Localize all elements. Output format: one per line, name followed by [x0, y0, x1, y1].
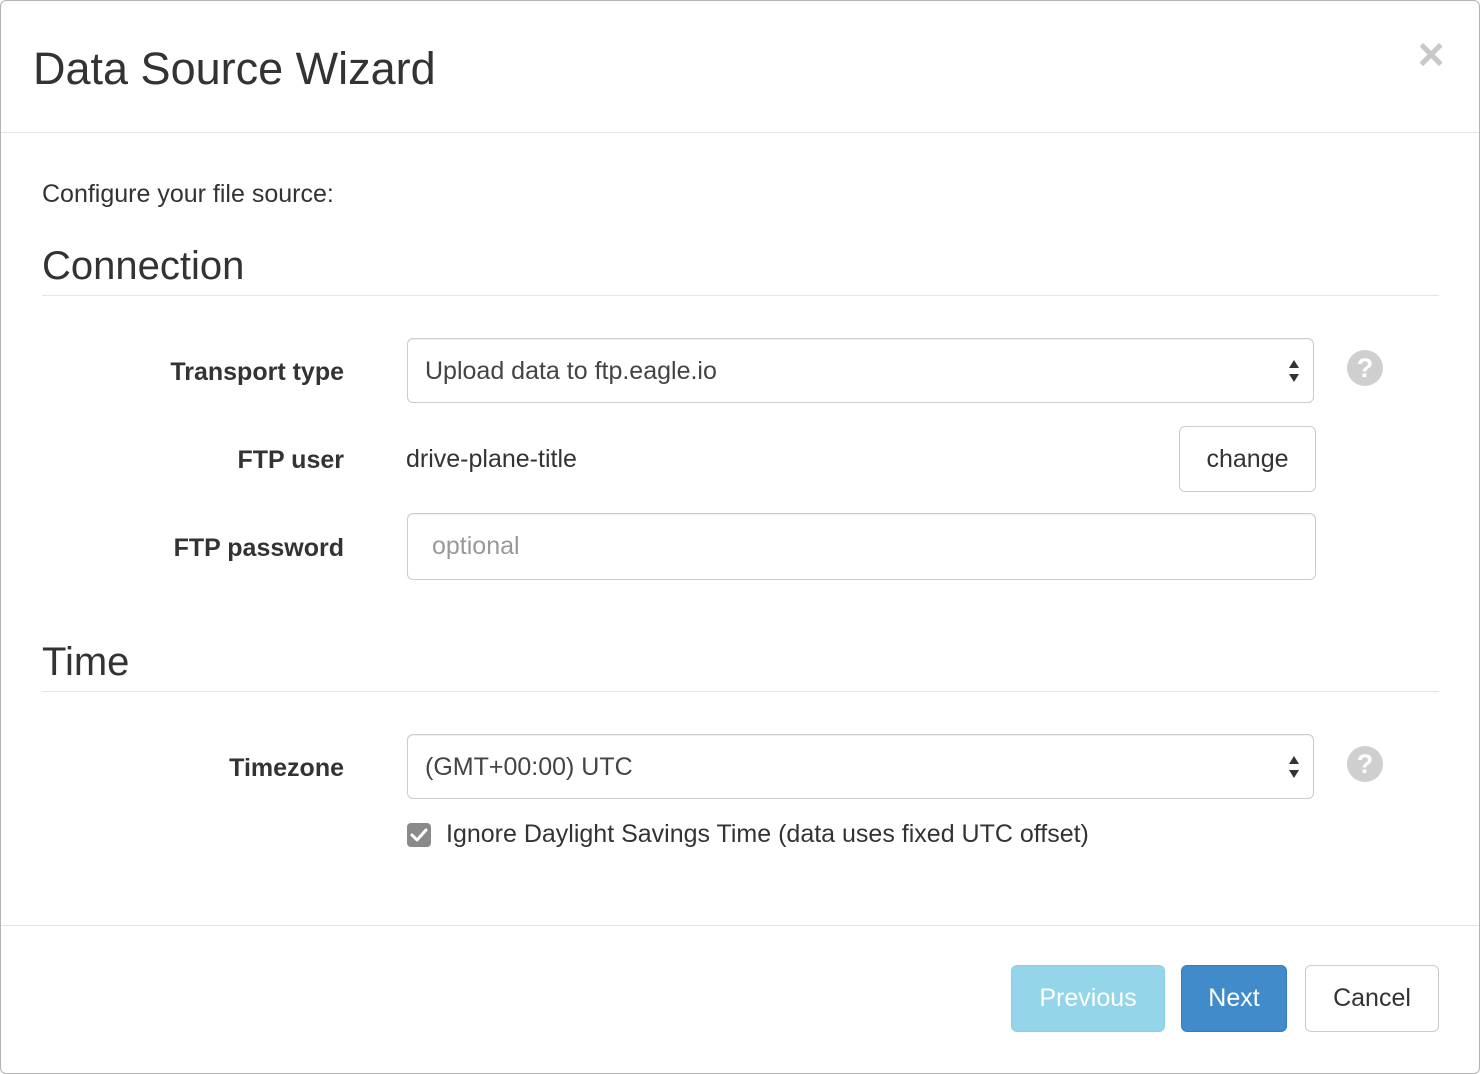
data-source-wizard-dialog: Data Source Wizard × Configure your file…	[0, 0, 1480, 1074]
transport-help-icon[interactable]: ?	[1347, 350, 1383, 386]
ftp-password-label: FTP password	[173, 534, 344, 562]
transport-type-label: Transport type	[170, 358, 344, 386]
previous-button[interactable]: Previous	[1011, 965, 1165, 1032]
ignore-dst-checkbox[interactable]	[407, 823, 431, 847]
sort-arrows-icon	[1289, 360, 1299, 382]
timezone-select[interactable]: (GMT+00:00) UTC	[407, 734, 1314, 799]
sort-arrows-icon	[1289, 756, 1299, 778]
footer-divider	[1, 925, 1479, 926]
close-icon[interactable]: ×	[1411, 31, 1451, 77]
time-divider	[42, 691, 1439, 692]
ftp-password-input[interactable]	[407, 513, 1316, 580]
transport-type-value: Upload data to ftp.eagle.io	[425, 357, 717, 385]
transport-type-select[interactable]: Upload data to ftp.eagle.io	[407, 338, 1314, 403]
intro-text: Configure your file source:	[42, 180, 334, 208]
timezone-help-icon[interactable]: ?	[1347, 746, 1383, 782]
ignore-dst-label[interactable]: Ignore Daylight Savings Time (data uses …	[446, 819, 1089, 849]
connection-divider	[42, 295, 1439, 296]
dialog-title: Data Source Wizard	[33, 43, 436, 94]
timezone-label: Timezone	[229, 754, 344, 782]
dialog-header: Data Source Wizard ×	[1, 1, 1479, 133]
ftp-user-value: drive-plane-title	[406, 445, 577, 473]
ftp-user-label: FTP user	[237, 446, 344, 474]
change-user-button[interactable]: change	[1179, 426, 1316, 492]
time-heading: Time	[42, 640, 130, 684]
timezone-value: (GMT+00:00) UTC	[425, 753, 633, 781]
checkmark-icon	[410, 828, 428, 842]
next-button[interactable]: Next	[1181, 965, 1287, 1032]
cancel-button[interactable]: Cancel	[1305, 965, 1439, 1032]
connection-heading: Connection	[42, 244, 245, 288]
